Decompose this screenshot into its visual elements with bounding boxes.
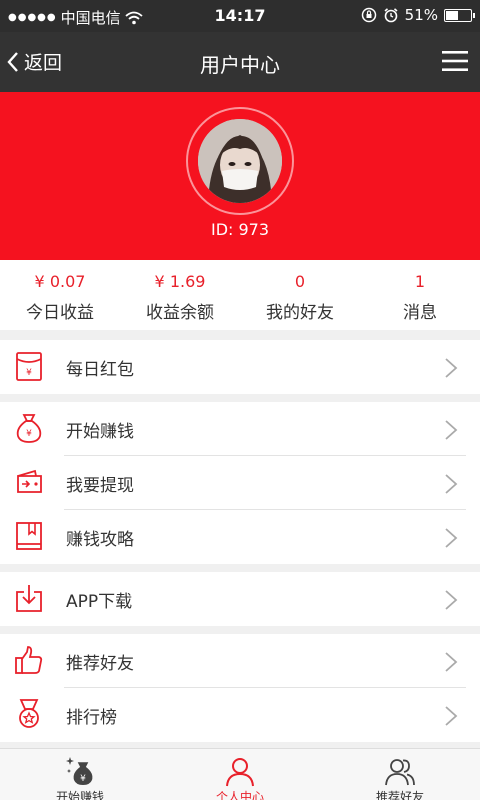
status-right: 51% bbox=[361, 6, 475, 24]
menu-item-start-earning[interactable]: ¥ 开始赚钱 bbox=[0, 402, 480, 456]
chevron-right-icon bbox=[445, 590, 458, 610]
tab-start-earning[interactable]: ¥ 开始赚钱 bbox=[0, 749, 160, 800]
friends-icon bbox=[385, 759, 415, 786]
user-id: ID: 973 bbox=[210, 220, 270, 239]
menu-group-2: ¥ 开始赚钱 我要提现 赚钱攻略 bbox=[0, 402, 480, 564]
stat-balance[interactable]: ¥ 1.69 收益余额 bbox=[120, 260, 240, 330]
menu-group-3: APP下载 bbox=[0, 572, 480, 626]
svg-text:¥: ¥ bbox=[80, 774, 86, 784]
battery-icon bbox=[444, 8, 475, 22]
menu-group-1: ¥ 每日红包 bbox=[0, 340, 480, 394]
avatar[interactable] bbox=[198, 119, 282, 203]
menu-item-label: 每日红包 bbox=[66, 360, 134, 380]
page-title: 用户中心 bbox=[200, 53, 280, 77]
person-icon bbox=[226, 758, 254, 787]
stat-friends[interactable]: 0 我的好友 bbox=[240, 260, 360, 330]
chevron-right-icon bbox=[445, 528, 458, 548]
red-envelope-icon: ¥ bbox=[16, 352, 42, 381]
bottom-tab-bar: ¥ 开始赚钱 个人中心 推荐好友 bbox=[0, 748, 480, 800]
menu-item-label: 推荐好友 bbox=[66, 654, 134, 674]
menu-group-4: 推荐好友 排行榜 bbox=[0, 634, 480, 742]
status-bar: ●●●●● 中国电信 14:17 51% bbox=[0, 0, 480, 32]
stat-today-earnings[interactable]: ¥ 0.07 今日收益 bbox=[0, 260, 120, 330]
menu-item-label: APP下载 bbox=[66, 592, 133, 612]
stat-messages[interactable]: 1 消息 bbox=[360, 260, 480, 330]
stats-row: ¥ 0.07 今日收益 ¥ 1.69 收益余额 0 我的好友 1 消息 bbox=[0, 260, 480, 330]
wallet-icon bbox=[17, 469, 42, 493]
stat-value: 0 bbox=[294, 272, 306, 291]
menu-item-daily-red-envelope[interactable]: ¥ 每日红包 bbox=[0, 340, 480, 394]
stat-value: ¥ 0.07 bbox=[34, 272, 86, 291]
hamburger-menu-icon[interactable] bbox=[442, 49, 468, 73]
battery-percent: 51% bbox=[404, 6, 438, 24]
menu-item-earning-guide[interactable]: 赚钱攻略 bbox=[0, 510, 480, 564]
svg-text:¥: ¥ bbox=[26, 368, 32, 378]
stat-value: ¥ 1.69 bbox=[154, 272, 206, 291]
thumbs-up-icon bbox=[15, 646, 43, 674]
medal-icon bbox=[19, 699, 39, 728]
menu-item-label: 赚钱攻略 bbox=[66, 530, 134, 550]
nav-bar: 返回 用户中心 bbox=[0, 32, 480, 92]
stat-label: 我的好友 bbox=[266, 303, 334, 323]
tab-label: 开始赚钱 bbox=[55, 790, 104, 800]
tab-recommend-friends[interactable]: 推荐好友 bbox=[320, 749, 480, 800]
menu-item-withdraw[interactable]: 我要提现 bbox=[0, 456, 480, 510]
money-bag-icon: ¥ bbox=[16, 414, 42, 443]
profile-header: ID: 973 bbox=[0, 92, 480, 260]
alarm-icon bbox=[384, 8, 398, 23]
stat-value: 1 bbox=[414, 272, 426, 291]
money-bag-sparkle-icon: ¥ bbox=[66, 757, 93, 785]
stat-label: 消息 bbox=[403, 303, 437, 323]
menu-item-label: 开始赚钱 bbox=[66, 422, 134, 442]
chevron-right-icon bbox=[445, 420, 458, 440]
menu-item-leaderboard[interactable]: 排行榜 bbox=[0, 688, 480, 742]
download-icon bbox=[16, 585, 42, 612]
guide-book-icon bbox=[16, 522, 42, 550]
chevron-right-icon bbox=[445, 706, 458, 726]
menu-item-label: 我要提现 bbox=[66, 476, 134, 496]
stat-label: 今日收益 bbox=[26, 303, 94, 323]
svg-text:¥: ¥ bbox=[26, 429, 32, 439]
tab-label: 推荐好友 bbox=[375, 790, 424, 800]
tab-label: 个人中心 bbox=[215, 790, 264, 800]
stat-label: 收益余额 bbox=[146, 303, 214, 323]
avatar-image bbox=[198, 119, 282, 203]
chevron-right-icon bbox=[445, 358, 458, 378]
chevron-right-icon bbox=[445, 474, 458, 494]
orientation-lock-icon bbox=[361, 7, 376, 23]
chevron-right-icon bbox=[445, 652, 458, 672]
tab-personal-center[interactable]: 个人中心 bbox=[160, 749, 320, 800]
menu-item-app-download[interactable]: APP下载 bbox=[0, 572, 480, 626]
menu-item-label: 排行榜 bbox=[66, 708, 117, 728]
menu-item-recommend-friends[interactable]: 推荐好友 bbox=[0, 634, 480, 688]
